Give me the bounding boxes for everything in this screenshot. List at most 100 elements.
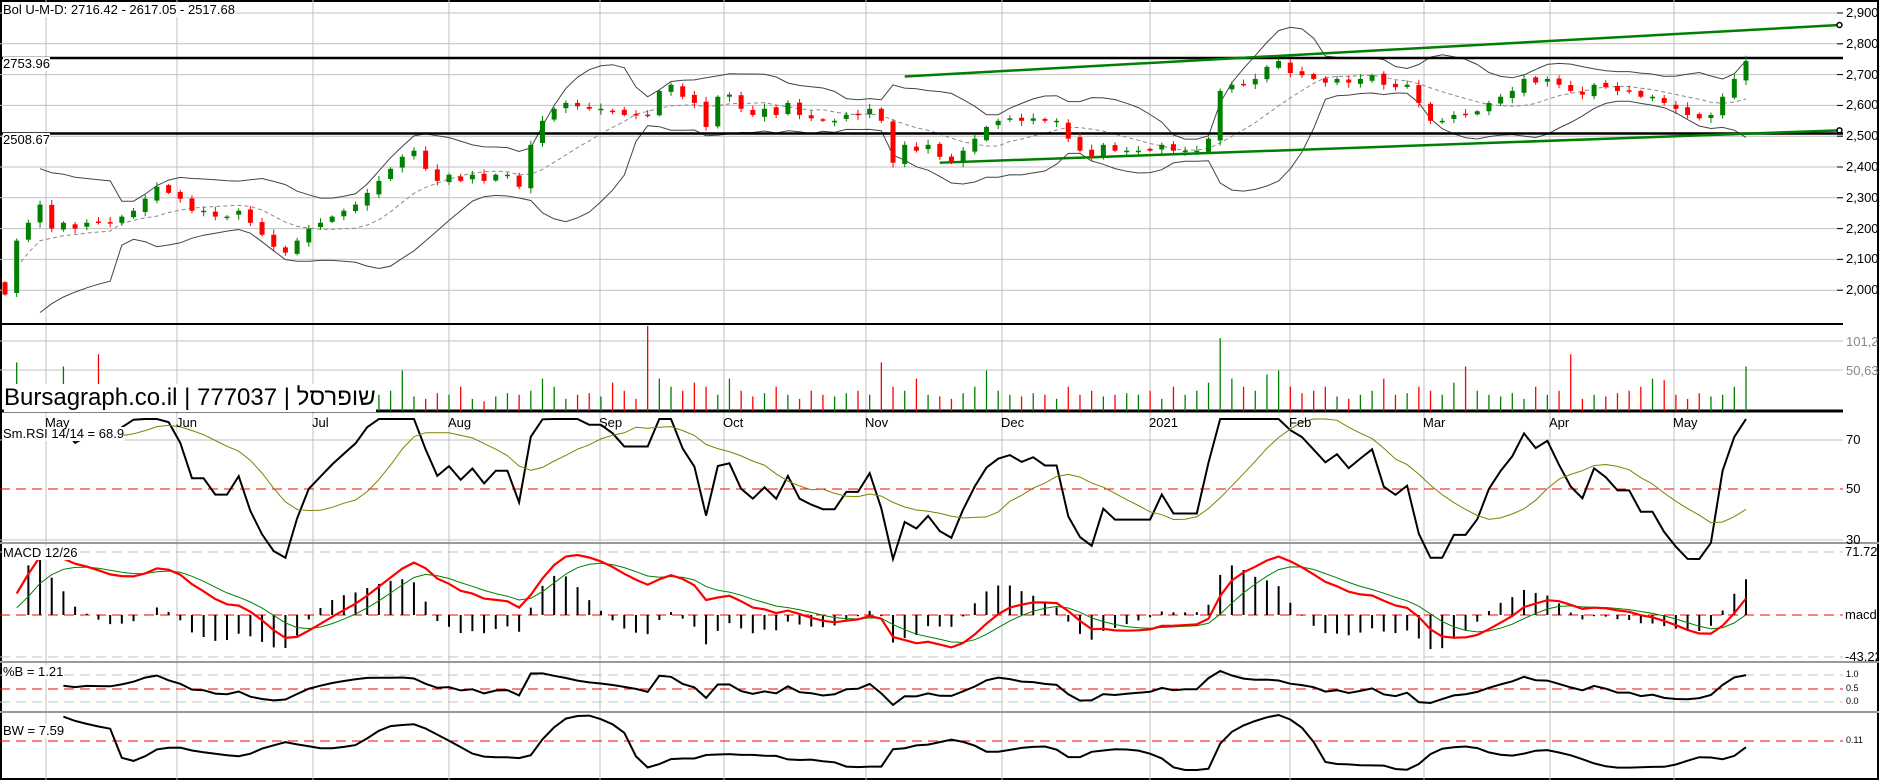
candle-body <box>201 210 207 213</box>
candle-body <box>446 174 452 183</box>
candle-body <box>131 210 137 218</box>
bandwidth-line <box>63 713 1747 771</box>
candle-body <box>84 222 90 227</box>
candle-body <box>586 106 592 109</box>
pctb-tick: 0.5 <box>1846 683 1859 693</box>
candle-body <box>1439 120 1445 123</box>
candle-body <box>154 186 160 201</box>
candle-body <box>1392 83 1398 88</box>
candle-body <box>60 222 66 230</box>
candle-body <box>1463 113 1469 116</box>
price-tick: 2,500 <box>1846 128 1879 144</box>
candle-body <box>808 115 814 119</box>
candle-body <box>481 173 487 181</box>
candle-body <box>785 102 791 115</box>
candle-body <box>1182 150 1188 153</box>
candle-body <box>1135 150 1141 153</box>
candle-body <box>1486 102 1492 112</box>
price-tick: 2,000 <box>1846 282 1879 298</box>
candle-body <box>902 144 908 164</box>
candle-body <box>434 169 440 181</box>
candle-body <box>680 86 686 97</box>
candle-body <box>1357 78 1363 84</box>
candle-body <box>1112 145 1118 151</box>
candle-body <box>621 109 627 115</box>
candle-body <box>1603 82 1609 88</box>
candle-body <box>575 102 581 107</box>
candle-body <box>738 95 744 109</box>
candle-body <box>913 146 919 151</box>
candle-body <box>1206 138 1212 152</box>
price-tick: 2,300 <box>1846 189 1879 205</box>
candle-body <box>703 101 709 127</box>
candle-body <box>539 120 545 143</box>
candle-body <box>364 192 370 206</box>
percent-b-line <box>63 669 1747 707</box>
candle-body <box>1276 61 1282 68</box>
candle-body <box>1404 84 1410 87</box>
macd-label: MACD 12/26 <box>3 545 78 560</box>
candle-body <box>1229 84 1235 90</box>
candle-body <box>1311 73 1317 79</box>
candle-body <box>224 216 230 219</box>
price-tick: 2,200 <box>1846 220 1879 236</box>
candle-body <box>855 113 861 116</box>
candle-body <box>388 168 394 180</box>
month-label: Dec <box>1001 415 1025 430</box>
candle-body <box>1381 73 1387 85</box>
candle-body <box>329 216 335 222</box>
candle-body <box>1743 61 1749 81</box>
candle-body <box>1614 85 1620 91</box>
macd-tick: macd= <box>1845 607 1879 622</box>
candle-body <box>1591 84 1597 97</box>
candle-body <box>1007 118 1013 120</box>
candle-body <box>306 228 312 243</box>
candle-body <box>761 108 767 117</box>
volume-tick: 50,634 <box>1846 363 1879 378</box>
brand-watermark: Bursagraph.co.il | 777037 | שופרסל <box>4 384 376 412</box>
candle-body <box>1544 78 1550 82</box>
macd-tick: 71.72 <box>1845 544 1878 559</box>
candle-body <box>1568 85 1574 91</box>
candle-body <box>411 150 417 157</box>
month-label: Nov <box>865 415 889 430</box>
bw-label: BW = 7.59 <box>3 723 65 738</box>
month-label: Jul <box>312 415 329 430</box>
candle-body <box>960 150 966 163</box>
candle-body <box>1346 79 1352 83</box>
candle-body <box>1077 137 1083 151</box>
candle-body <box>1498 96 1504 104</box>
month-label: Mar <box>1423 415 1446 430</box>
candle-body <box>995 120 1001 126</box>
candle-body <box>282 247 288 253</box>
candle-body <box>972 138 978 152</box>
candle-body <box>1428 103 1434 121</box>
month-label: Feb <box>1289 415 1312 430</box>
candle-body <box>925 144 931 150</box>
bollinger-label: Bol U-M-D: 2716.42 - 2617.05 - 2517.68 <box>3 2 235 17</box>
support-label: 2508.67 <box>3 132 50 147</box>
month-label: 2021 <box>1149 415 1178 430</box>
candle-body <box>832 120 838 123</box>
candle-body <box>189 198 195 211</box>
candle-body <box>1030 118 1036 121</box>
candle-body <box>294 240 300 254</box>
candle-body <box>37 204 43 223</box>
price-tick: 2,100 <box>1846 251 1879 267</box>
candle-body <box>797 102 803 115</box>
candle-body <box>1054 120 1060 123</box>
macd-line <box>15 553 1747 649</box>
candle-body <box>1521 78 1527 93</box>
candle-body <box>1696 114 1702 119</box>
candle-body <box>95 221 101 224</box>
month-label: Oct <box>723 415 744 430</box>
candle-body <box>1194 150 1200 153</box>
candle-body <box>645 114 651 117</box>
candle-body <box>1556 78 1562 85</box>
candle-body <box>878 108 884 121</box>
candle-body <box>1626 90 1632 92</box>
candle-body <box>1124 150 1130 153</box>
candle-body <box>516 175 522 187</box>
month-label: Apr <box>1549 415 1570 430</box>
candle-body <box>423 150 429 169</box>
